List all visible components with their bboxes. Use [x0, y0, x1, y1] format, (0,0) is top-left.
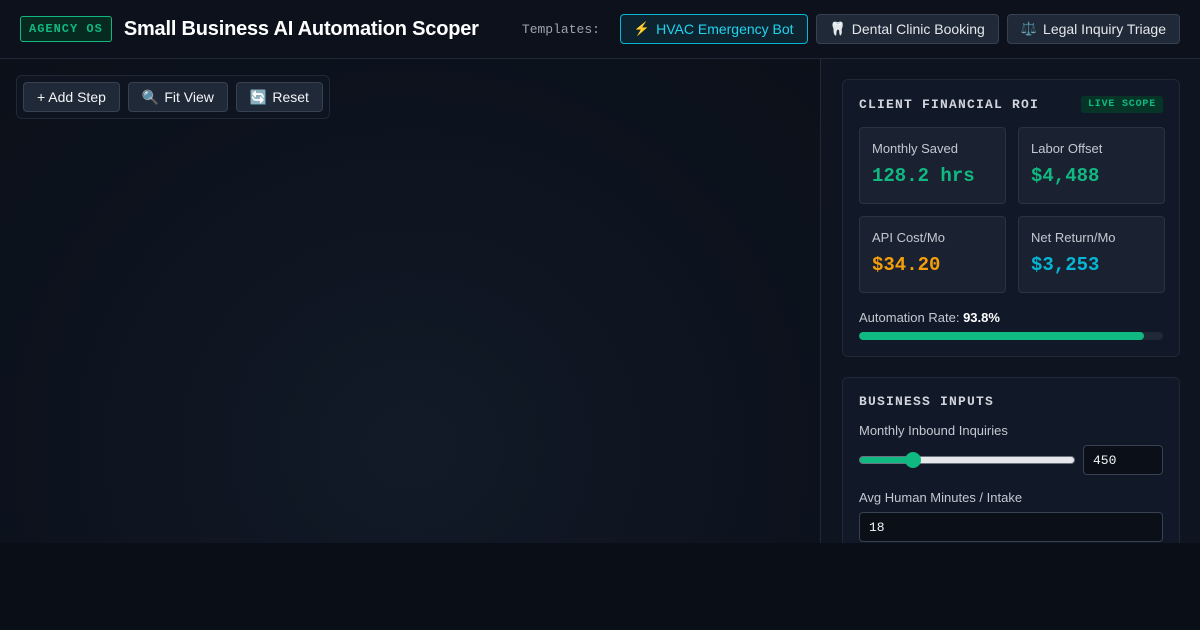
refresh-icon: 🔄 [249, 88, 268, 105]
metric-labor-offset: Labor Offset $4,488 [1018, 127, 1165, 204]
roi-title: CLIENT FINANCIAL ROI [859, 97, 1040, 112]
template-hvac-label: HVAC Emergency Bot [656, 21, 794, 37]
minutes-input[interactable] [859, 512, 1163, 542]
inquiries-slider[interactable] [859, 456, 1075, 464]
template-hvac-button[interactable]: ⚡ HVAC Emergency Bot [619, 14, 808, 44]
automation-rate-bar-fill [859, 332, 1145, 340]
top-header: AGENCY OS Small Business AI Automation S… [0, 0, 1200, 59]
template-dental-label: Dental Clinic Booking [851, 21, 985, 37]
reset-label: Reset [272, 89, 309, 105]
metric-label: Labor Offset [1031, 141, 1103, 156]
metric-label: Net Return/Mo [1031, 230, 1116, 245]
inputs-card-header: BUSINESS INPUTS [859, 394, 1163, 409]
metric-value: $34.20 [872, 254, 941, 276]
roi-metrics-grid: Monthly Saved 128.2 hrs Labor Offset $4,… [859, 127, 1165, 293]
template-legal-button[interactable]: ⚖️ Legal Inquiry Triage [1006, 14, 1180, 44]
inputs-title: BUSINESS INPUTS [859, 394, 995, 409]
automation-rate-row: Automation Rate: 93.8% [859, 310, 1163, 325]
automation-rate-value: 93.8% [963, 310, 1000, 325]
inquiries-row [859, 445, 1163, 475]
reset-button[interactable]: 🔄 Reset [235, 82, 323, 112]
inquiries-label: Monthly Inbound Inquiries [859, 423, 1008, 438]
metric-label: API Cost/Mo [872, 230, 945, 245]
add-step-button[interactable]: + Add Step [23, 82, 120, 112]
lightning-icon: ⚡ [633, 21, 651, 36]
metric-value: 128.2 hrs [872, 165, 975, 187]
metric-value: $3,253 [1031, 254, 1100, 276]
template-dental-button[interactable]: 🦷 Dental Clinic Booking [815, 14, 999, 44]
right-sidebar: CLIENT FINANCIAL ROI LIVE SCOPE Monthly … [820, 59, 1200, 543]
business-inputs-card: BUSINESS INPUTS Monthly Inbound Inquirie… [842, 377, 1180, 543]
canvas-toolbar: + Add Step 🔍 Fit View 🔄 Reset [16, 75, 330, 119]
add-step-label: + Add Step [37, 89, 106, 105]
automation-rate-label: Automation Rate: [859, 310, 960, 325]
template-legal-label: Legal Inquiry Triage [1043, 21, 1166, 37]
metric-label: Monthly Saved [872, 141, 958, 156]
fit-view-button[interactable]: 🔍 Fit View [127, 82, 228, 112]
roi-card-header: CLIENT FINANCIAL ROI LIVE SCOPE [859, 96, 1163, 113]
magnifier-icon: 🔍 [141, 88, 160, 105]
minutes-label: Avg Human Minutes / Intake [859, 490, 1023, 505]
app-root: AGENCY OS Small Business AI Automation S… [0, 0, 1200, 543]
workflow-canvas[interactable]: + Add Step 🔍 Fit View 🔄 Reset [0, 59, 820, 543]
metric-monthly-saved: Monthly Saved 128.2 hrs [859, 127, 1006, 204]
templates-label: Templates: [521, 21, 600, 37]
tooth-icon: 🦷 [829, 21, 846, 36]
live-scope-badge: LIVE SCOPE [1080, 96, 1163, 113]
metric-value: $4,488 [1031, 165, 1100, 187]
metric-api-cost: API Cost/Mo $34.20 [859, 216, 1006, 293]
automation-rate-bar [859, 332, 1163, 340]
scales-icon: ⚖️ [1020, 21, 1038, 36]
fit-view-label: Fit View [164, 89, 214, 105]
brand-badge: AGENCY OS [20, 16, 112, 42]
inquiries-input[interactable] [1083, 445, 1163, 475]
roi-card: CLIENT FINANCIAL ROI LIVE SCOPE Monthly … [842, 79, 1180, 357]
metric-net-return: Net Return/Mo $3,253 [1018, 216, 1165, 293]
page-title: Small Business AI Automation Scoper [123, 17, 479, 40]
